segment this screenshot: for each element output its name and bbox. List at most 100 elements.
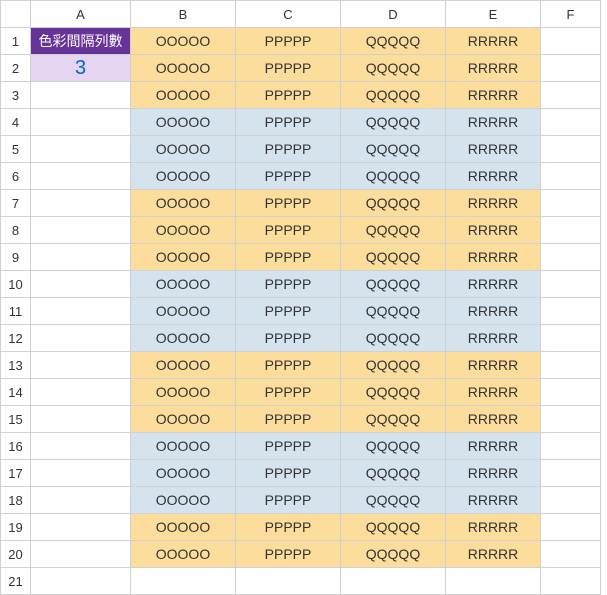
cell[interactable]: OOOOO bbox=[131, 217, 236, 244]
cell[interactable]: QQQQQ bbox=[341, 136, 446, 163]
row-header[interactable]: 20 bbox=[1, 541, 31, 568]
cell[interactable]: RRRRR bbox=[446, 271, 541, 298]
cell[interactable]: OOOOO bbox=[131, 271, 236, 298]
cell[interactable]: RRRRR bbox=[446, 514, 541, 541]
cell[interactable]: RRRRR bbox=[446, 217, 541, 244]
col-header-e[interactable]: E bbox=[446, 1, 541, 28]
select-all-corner[interactable] bbox=[1, 1, 31, 28]
spreadsheet-grid[interactable]: A B C D E F 1色彩間隔列數OOOOOPPPPPQQQQQRRRRR2… bbox=[0, 0, 601, 595]
row-header[interactable]: 11 bbox=[1, 298, 31, 325]
cell[interactable] bbox=[541, 28, 601, 55]
cell[interactable] bbox=[31, 406, 131, 433]
cell[interactable]: QQQQQ bbox=[341, 271, 446, 298]
cell[interactable]: QQQQQ bbox=[341, 298, 446, 325]
cell[interactable]: PPPPP bbox=[236, 487, 341, 514]
col-header-c[interactable]: C bbox=[236, 1, 341, 28]
cell[interactable] bbox=[31, 541, 131, 568]
cell[interactable] bbox=[31, 433, 131, 460]
cell[interactable]: QQQQQ bbox=[341, 82, 446, 109]
cell[interactable]: QQQQQ bbox=[341, 190, 446, 217]
cell[interactable] bbox=[541, 568, 601, 595]
cell[interactable] bbox=[341, 568, 446, 595]
cell[interactable]: PPPPP bbox=[236, 514, 341, 541]
cell[interactable] bbox=[31, 487, 131, 514]
cell[interactable]: OOOOO bbox=[131, 163, 236, 190]
row-header[interactable]: 21 bbox=[1, 568, 31, 595]
cell[interactable]: OOOOO bbox=[131, 487, 236, 514]
cell-a2-value[interactable]: 3 bbox=[31, 55, 131, 82]
cell[interactable]: PPPPP bbox=[236, 190, 341, 217]
cell[interactable]: PPPPP bbox=[236, 244, 341, 271]
cell[interactable]: PPPPP bbox=[236, 298, 341, 325]
cell[interactable]: RRRRR bbox=[446, 379, 541, 406]
cell[interactable] bbox=[31, 136, 131, 163]
row-header[interactable]: 13 bbox=[1, 352, 31, 379]
row-header[interactable]: 10 bbox=[1, 271, 31, 298]
cell[interactable]: PPPPP bbox=[236, 325, 341, 352]
cell[interactable] bbox=[31, 82, 131, 109]
cell[interactable] bbox=[541, 136, 601, 163]
cell[interactable] bbox=[31, 271, 131, 298]
cell[interactable]: PPPPP bbox=[236, 109, 341, 136]
cell[interactable]: OOOOO bbox=[131, 190, 236, 217]
cell[interactable]: PPPPP bbox=[236, 433, 341, 460]
row-header[interactable]: 1 bbox=[1, 28, 31, 55]
cell[interactable] bbox=[446, 568, 541, 595]
cell[interactable]: RRRRR bbox=[446, 352, 541, 379]
cell[interactable] bbox=[541, 487, 601, 514]
cell[interactable] bbox=[541, 217, 601, 244]
cell[interactable] bbox=[236, 568, 341, 595]
col-header-f[interactable]: F bbox=[541, 1, 601, 28]
row-header[interactable]: 12 bbox=[1, 325, 31, 352]
cell[interactable] bbox=[31, 163, 131, 190]
row-header[interactable]: 8 bbox=[1, 217, 31, 244]
cell[interactable]: RRRRR bbox=[446, 541, 541, 568]
cell[interactable] bbox=[31, 217, 131, 244]
cell[interactable]: QQQQQ bbox=[341, 487, 446, 514]
cell[interactable] bbox=[31, 298, 131, 325]
cell[interactable]: QQQQQ bbox=[341, 217, 446, 244]
cell[interactable] bbox=[541, 109, 601, 136]
cell[interactable] bbox=[541, 190, 601, 217]
cell[interactable]: OOOOO bbox=[131, 109, 236, 136]
cell[interactable]: PPPPP bbox=[236, 55, 341, 82]
cell[interactable]: OOOOO bbox=[131, 82, 236, 109]
cell[interactable]: QQQQQ bbox=[341, 325, 446, 352]
cell[interactable]: QQQQQ bbox=[341, 352, 446, 379]
cell[interactable]: PPPPP bbox=[236, 136, 341, 163]
cell[interactable] bbox=[541, 514, 601, 541]
cell[interactable]: PPPPP bbox=[236, 28, 341, 55]
row-header[interactable]: 17 bbox=[1, 460, 31, 487]
col-header-a[interactable]: A bbox=[31, 1, 131, 28]
cell[interactable]: RRRRR bbox=[446, 190, 541, 217]
row-header[interactable]: 19 bbox=[1, 514, 31, 541]
cell[interactable] bbox=[541, 244, 601, 271]
cell[interactable] bbox=[131, 568, 236, 595]
cell[interactable] bbox=[541, 325, 601, 352]
cell[interactable]: RRRRR bbox=[446, 55, 541, 82]
cell[interactable]: PPPPP bbox=[236, 217, 341, 244]
cell[interactable] bbox=[31, 190, 131, 217]
cell[interactable] bbox=[541, 82, 601, 109]
cell[interactable]: RRRRR bbox=[446, 460, 541, 487]
cell[interactable]: PPPPP bbox=[236, 379, 341, 406]
cell[interactable]: RRRRR bbox=[446, 298, 541, 325]
cell[interactable]: OOOOO bbox=[131, 352, 236, 379]
row-header[interactable]: 2 bbox=[1, 55, 31, 82]
cell[interactable]: QQQQQ bbox=[341, 406, 446, 433]
cell[interactable]: QQQQQ bbox=[341, 379, 446, 406]
cell[interactable]: QQQQQ bbox=[341, 109, 446, 136]
cell[interactable] bbox=[541, 541, 601, 568]
row-header[interactable]: 15 bbox=[1, 406, 31, 433]
cell[interactable]: RRRRR bbox=[446, 325, 541, 352]
cell[interactable] bbox=[541, 379, 601, 406]
row-header[interactable]: 3 bbox=[1, 82, 31, 109]
cell[interactable]: PPPPP bbox=[236, 406, 341, 433]
cell[interactable]: OOOOO bbox=[131, 460, 236, 487]
cell[interactable]: PPPPP bbox=[236, 271, 341, 298]
row-header[interactable]: 9 bbox=[1, 244, 31, 271]
cell[interactable] bbox=[541, 271, 601, 298]
cell[interactable]: OOOOO bbox=[131, 28, 236, 55]
cell[interactable]: QQQQQ bbox=[341, 28, 446, 55]
cell[interactable]: PPPPP bbox=[236, 82, 341, 109]
